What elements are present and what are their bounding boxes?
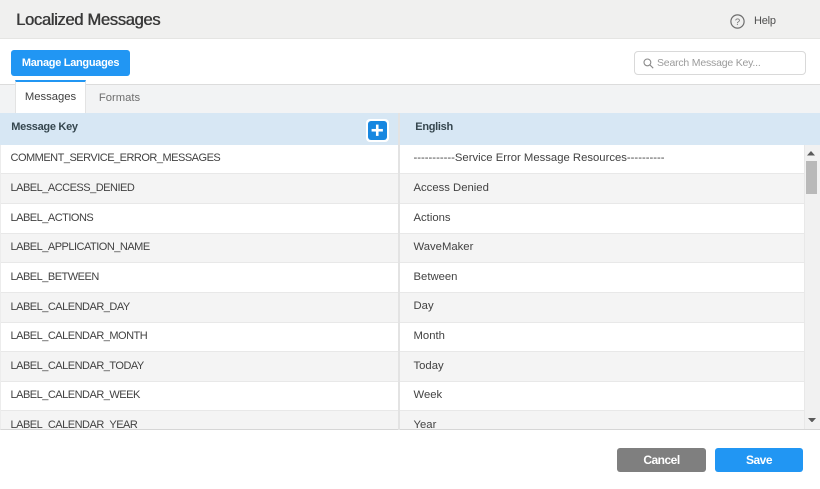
svg-text:?: ? (735, 17, 740, 28)
